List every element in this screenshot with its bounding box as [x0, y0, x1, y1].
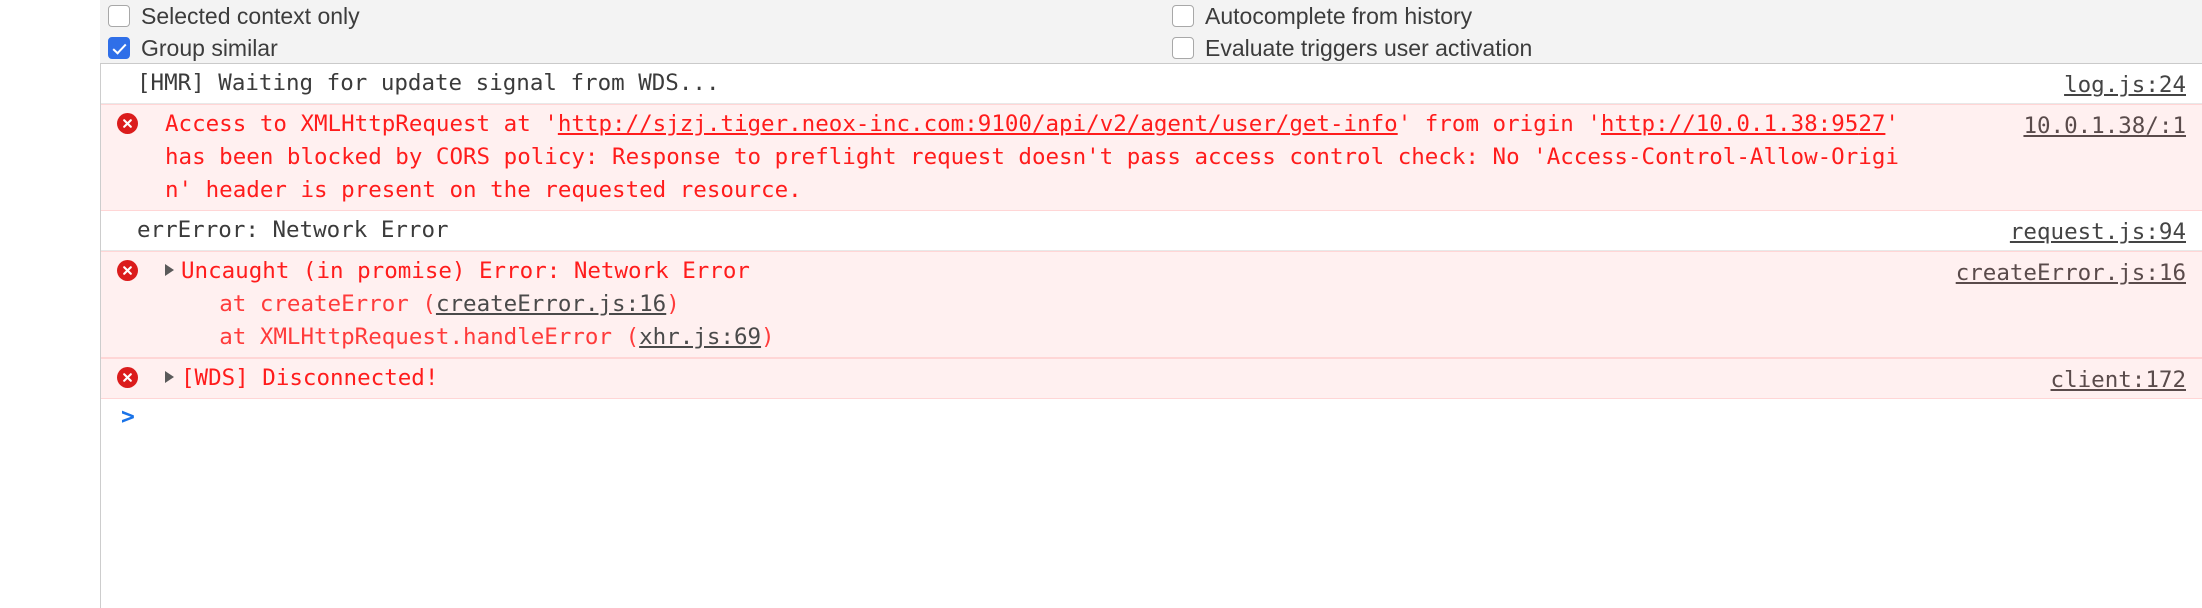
left-gutter: [0, 0, 100, 608]
cors-origin-url[interactable]: http://10.0.1.38:95: [1601, 111, 1858, 137]
console-message-text: [HMR] Waiting for update signal from WDS…: [137, 70, 720, 96]
error-icon: [117, 113, 138, 134]
checkbox-evaluate-triggers-user-activation[interactable]: [1172, 37, 1194, 59]
cors-prefix: Access to XMLHttpRequest at ': [165, 111, 558, 137]
label-selected-context-only: Selected context only: [141, 2, 360, 29]
source-link-client[interactable]: client:172: [2051, 364, 2186, 397]
checkbox-selected-context-only[interactable]: [108, 5, 130, 27]
settings-column-left: Selected context only Group similar: [108, 0, 360, 64]
label-group-similar: Group similar: [141, 34, 278, 61]
source-link-request-js[interactable]: request.js:94: [2010, 216, 2186, 249]
wds-disconnected-title: [WDS] Disconnected!: [181, 365, 439, 391]
expand-triangle-icon[interactable]: [165, 264, 174, 276]
label-autocomplete-from-history: Autocomplete from history: [1205, 2, 1473, 29]
source-link-createerror-js[interactable]: createError.js:16: [1956, 257, 2186, 290]
prompt-caret-icon: >: [121, 404, 135, 430]
source-link-log-js[interactable]: log.js:24: [2064, 69, 2186, 102]
uncaught-error-title: Uncaught (in promise) Error: Network Err…: [181, 258, 750, 284]
devtools-console-panel: Selected context only Group similar Auto…: [0, 0, 2202, 608]
console-message-uncaught-error[interactable]: Uncaught (in promise) Error: Network Err…: [101, 251, 2202, 358]
setting-autocomplete-from-history[interactable]: Autocomplete from history: [1172, 0, 1532, 32]
source-link-origin[interactable]: 10.0.1.38/:1: [2023, 110, 2186, 143]
cors-origin-url-wrap[interactable]: 27: [1858, 111, 1885, 137]
stack-frame-0-location[interactable]: createError.js:16: [436, 291, 666, 317]
cors-request-url[interactable]: http://sjzj.tiger.neox-inc.com:9100/api/…: [558, 111, 1398, 137]
setting-evaluate-triggers-user-activation[interactable]: Evaluate triggers user activation: [1172, 32, 1532, 64]
stack-frame-0-fn: at createError (: [165, 291, 436, 317]
console-settings-bar: Selected context only Group similar Auto…: [100, 0, 2202, 64]
console-message-cors-error[interactable]: Access to XMLHttpRequest at 'http://sjzj…: [101, 104, 2202, 211]
cors-mid: ' from origin ': [1397, 111, 1601, 137]
console-prompt-input[interactable]: [153, 403, 2202, 431]
console-empty-space: [101, 435, 2202, 608]
setting-selected-context-only[interactable]: Selected context only: [108, 0, 360, 32]
stack-frame-1-close: ): [761, 324, 775, 350]
error-icon: [117, 260, 138, 281]
console-message-text: [WDS] Disconnected!: [101, 362, 2202, 395]
label-evaluate-triggers-user-activation: Evaluate triggers user activation: [1205, 34, 1533, 61]
stack-frame-0-close: ): [666, 291, 680, 317]
console-message-errerror[interactable]: errError: Network Error request.js:94: [101, 211, 2202, 251]
console-message-list[interactable]: [HMR] Waiting for update signal from WDS…: [100, 64, 2202, 608]
checkbox-autocomplete-from-history[interactable]: [1172, 5, 1194, 27]
stack-frame-1-fn: at XMLHttpRequest.handleError (: [165, 324, 640, 350]
error-icon: [117, 367, 138, 388]
settings-column-right: Autocomplete from history Evaluate trigg…: [1172, 0, 1532, 64]
expand-triangle-icon[interactable]: [165, 371, 174, 383]
console-message-text: Uncaught (in promise) Error: Network Err…: [101, 255, 2202, 354]
checkbox-group-similar[interactable]: [108, 37, 130, 59]
console-message-hmr[interactable]: [HMR] Waiting for update signal from WDS…: [101, 64, 2202, 104]
console-message-text: Access to XMLHttpRequest at 'http://sjzj…: [101, 108, 2202, 207]
console-prompt-row[interactable]: >: [101, 399, 2202, 435]
stack-frame-1-location[interactable]: xhr.js:69: [639, 324, 761, 350]
setting-group-similar[interactable]: Group similar: [108, 32, 360, 64]
console-message-wds-disconnected[interactable]: [WDS] Disconnected! client:172: [101, 358, 2202, 399]
console-message-text: errError: Network Error: [137, 217, 449, 243]
